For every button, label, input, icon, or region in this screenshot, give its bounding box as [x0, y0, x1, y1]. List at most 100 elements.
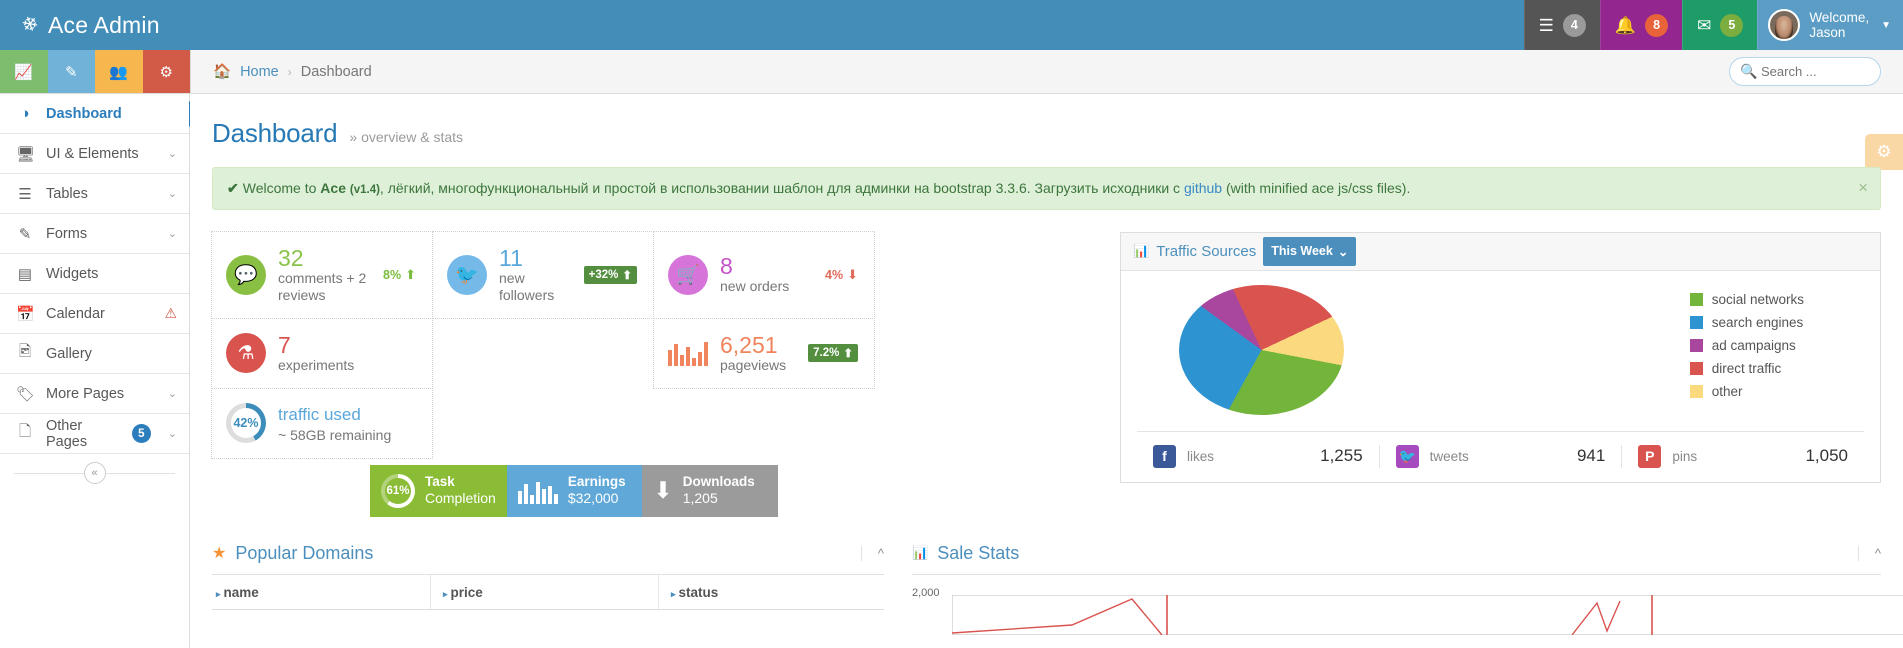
- tile-text: Task Completion: [425, 474, 496, 507]
- top-navbar: ❄ Ace Admin ☰ 4 🔔 8 ✉ 5 Welcome, Jason ▼: [0, 0, 1903, 50]
- infobox-body: 32 comments + 2 reviews: [278, 246, 371, 304]
- star-icon: ★: [212, 543, 226, 563]
- sort-icon: ▸: [671, 589, 676, 599]
- infobox-new-followers[interactable]: 🐦 11 new followers +32% ⬆: [432, 231, 654, 319]
- sidebar-item-label: More Pages: [46, 386, 156, 402]
- user-menu[interactable]: Welcome, Jason ▼: [1757, 0, 1903, 50]
- sub-navbar: 📈 ✎ 👥 ⚙ 🏠 Home › Dashboard 🔍: [0, 50, 1903, 94]
- welcome-text: Welcome,: [1809, 10, 1869, 25]
- notifications-button[interactable]: 🔔 8: [1600, 0, 1682, 50]
- social-stat-tweets: 🐦 tweets 941: [1379, 445, 1622, 468]
- column-header-price[interactable]: ▸price: [430, 575, 658, 609]
- infobox-trend: 4% ⬇: [825, 267, 858, 283]
- chevron-up-icon[interactable]: ^: [861, 546, 884, 561]
- sidebar-item-other-pages[interactable]: 🗋 Other Pages 5 ⌄: [0, 414, 189, 454]
- tile-task-completion[interactable]: 61% Task Completion: [370, 465, 507, 517]
- infobox-pageviews[interactable]: 6,251 pageviews 7.2% ⬆: [653, 318, 875, 389]
- sidebar-item-gallery[interactable]: 🖻 Gallery: [0, 334, 189, 374]
- chevron-up-icon[interactable]: ^: [1858, 546, 1881, 561]
- breadcrumb: 🏠 Home › Dashboard 🔍: [190, 50, 1903, 93]
- settings-toggle-button[interactable]: ⚙: [1865, 134, 1903, 170]
- messages-button[interactable]: ✉ 5: [1682, 0, 1757, 50]
- sidebar-item-label: Dashboard: [46, 106, 177, 122]
- sidebar-item-tables[interactable]: ☰ Tables ⌄: [0, 174, 189, 214]
- breadcrumb-current: Dashboard: [301, 64, 372, 80]
- widgets-icon: ▤: [16, 265, 34, 283]
- brand-logo[interactable]: ❄ Ace Admin: [0, 0, 190, 50]
- infobox-label: pageviews: [720, 357, 796, 374]
- legend-item: ad campaigns: [1690, 338, 1804, 353]
- chart-shortcut[interactable]: 📈: [0, 50, 48, 93]
- legend-swatch: [1690, 362, 1703, 375]
- period-label: This Week: [1271, 244, 1333, 258]
- sidebar-item-dashboard[interactable]: ◑ Dashboard: [0, 94, 189, 134]
- legend-label: social networks: [1712, 292, 1804, 307]
- infobox-label: experiments: [278, 357, 416, 374]
- legend-label: other: [1712, 384, 1743, 399]
- widget-header: ★ Popular Domains ^: [212, 543, 884, 575]
- sidebar-collapse-button[interactable]: «: [84, 462, 106, 484]
- sidebar-item-widgets[interactable]: ▤ Widgets: [0, 254, 189, 294]
- sidebar-item-badge: 5: [132, 424, 151, 443]
- infobox-percent: 7.2%: [813, 347, 839, 359]
- gear-icon: ⚙: [1876, 142, 1891, 162]
- brand-title: Ace Admin: [48, 12, 160, 39]
- infobox-percent: 4%: [825, 268, 843, 282]
- users-shortcut[interactable]: 👥: [95, 50, 143, 93]
- sidebar-item-ui-elements[interactable]: 🖥 UI & Elements ⌄: [0, 134, 189, 174]
- pie-legend: social networks search engines ad campai…: [1690, 292, 1804, 407]
- pencil-icon: ✎: [65, 63, 78, 81]
- period-selector[interactable]: This Week ⌄: [1263, 237, 1356, 266]
- alert-version: (v1.4): [350, 184, 380, 196]
- infobox-trend: 8% ⬆: [383, 267, 416, 283]
- breadcrumb-home[interactable]: Home: [240, 64, 279, 80]
- infobox-number: 7: [278, 333, 416, 357]
- arrow-up-icon: ⬆: [622, 268, 632, 282]
- infobox-experiments[interactable]: ⚗ 7 experiments: [211, 318, 433, 389]
- tasks-button[interactable]: ☰ 4: [1524, 0, 1600, 50]
- tile-line-1: Task: [425, 474, 496, 490]
- tile-downloads[interactable]: ⬇ Downloads 1,205: [642, 465, 778, 517]
- close-icon[interactable]: ×: [1858, 177, 1868, 199]
- sidebar-item-calendar[interactable]: 📅 Calendar ⚠: [0, 294, 189, 334]
- tile-earnings[interactable]: Earnings $32,000: [507, 465, 643, 517]
- infobox-body: 8 new orders: [720, 254, 813, 295]
- sidebar-item-label: UI & Elements: [46, 146, 156, 162]
- column-header-name[interactable]: ▸name: [212, 575, 430, 609]
- y-axis-top-label: 2,000: [912, 587, 940, 599]
- legend-item: other: [1690, 384, 1804, 399]
- table-header-row: ▸name ▸price ▸status: [212, 575, 884, 610]
- settings-shortcut[interactable]: ⚙: [143, 50, 191, 93]
- infobox-number: traffic used: [278, 403, 416, 427]
- infobox-comments[interactable]: 💬 32 comments + 2 reviews 8% ⬆: [211, 231, 433, 319]
- user-name: Jason: [1809, 25, 1845, 40]
- desktop-icon: 🖥: [16, 145, 34, 163]
- chevron-down-icon: ⌄: [1338, 244, 1348, 259]
- edit-shortcut[interactable]: ✎: [48, 50, 96, 93]
- donut-icon: 61%: [381, 474, 415, 508]
- infobox-new-orders[interactable]: 🛒 8 new orders 4% ⬇: [653, 231, 875, 319]
- social-value: 1,050: [1805, 446, 1848, 466]
- sidebar-item-forms[interactable]: ✎ Forms ⌄: [0, 214, 189, 254]
- widget-header: 📊 Traffic Sources This Week ⌄: [1121, 233, 1880, 271]
- warning-icon: ⚠: [164, 305, 177, 322]
- column-label: price: [451, 585, 483, 600]
- legend-item: direct traffic: [1690, 361, 1804, 376]
- comments-icon: 💬: [226, 255, 266, 295]
- widget-header: 📊 Sale Stats ^: [912, 543, 1881, 575]
- social-stats-row: f likes 1,255 🐦 tweets 941 P: [1137, 431, 1864, 482]
- infobox-number: 8: [720, 254, 813, 278]
- infobox-label: new followers: [499, 270, 572, 304]
- bell-icon: 🔔: [1615, 17, 1636, 34]
- stats-column: 💬 32 comments + 2 reviews 8% ⬆ 🐦: [212, 232, 1092, 517]
- infobox-body: 6,251 pageviews: [720, 333, 796, 374]
- github-link[interactable]: github: [1184, 180, 1222, 196]
- bar-chart-icon: 📈: [14, 63, 33, 81]
- infobox-traffic-used[interactable]: 42% traffic used ~ 58GB remaining: [211, 388, 433, 459]
- envelope-icon: ✉: [1697, 17, 1711, 34]
- column-header-status[interactable]: ▸status: [658, 575, 884, 609]
- infobox-label: comments + 2 reviews: [278, 270, 371, 304]
- cart-icon: 🛒: [668, 255, 708, 295]
- sidebar-item-more-pages[interactable]: 🏷 More Pages ⌄: [0, 374, 189, 414]
- legend-item: search engines: [1690, 315, 1804, 330]
